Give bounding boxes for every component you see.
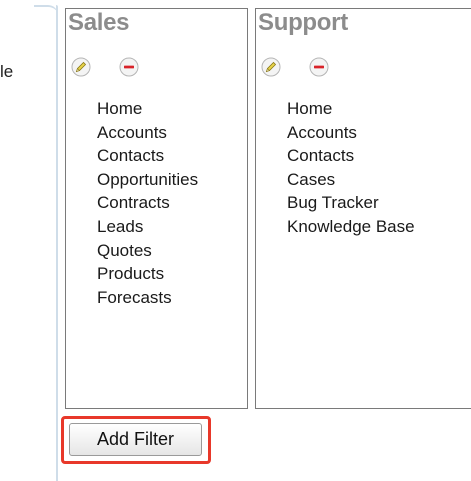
list-item: Contacts bbox=[97, 146, 165, 166]
add-filter-highlight: Add Filter bbox=[61, 416, 211, 464]
left-panel-border bbox=[56, 5, 58, 481]
group-sales: Sales Home Accounts Contacts Opportuniti… bbox=[65, 8, 248, 409]
group-item-list: Home Accounts Contacts Cases Bug Tracker… bbox=[287, 97, 415, 239]
pencil-icon bbox=[71, 57, 91, 77]
list-item: Forecasts bbox=[97, 287, 172, 307]
group-title: Sales bbox=[68, 9, 130, 36]
list-item: Contacts bbox=[287, 146, 355, 166]
minus-circle-icon bbox=[309, 57, 329, 77]
filter-editor-page: le Sales Home Accounts Contacts Opportun… bbox=[0, 0, 471, 481]
left-panel-border-curve bbox=[34, 5, 58, 19]
list-item: Home bbox=[97, 99, 143, 118]
add-filter-button[interactable]: Add Filter bbox=[69, 423, 202, 456]
edit-group-button[interactable] bbox=[71, 57, 91, 77]
list-item: Leads bbox=[97, 216, 144, 236]
list-item: Accounts bbox=[287, 122, 357, 142]
group-support: Support Home Accounts Contacts Cases Bug… bbox=[255, 8, 471, 409]
group-title: Support bbox=[258, 9, 348, 36]
list-item: Contracts bbox=[97, 193, 170, 213]
list-item: Bug Tracker bbox=[287, 193, 379, 213]
pencil-icon bbox=[261, 57, 281, 77]
group-item-list: Home Accounts Contacts Opportunities Con… bbox=[97, 97, 198, 309]
minus-circle-icon bbox=[119, 57, 139, 77]
list-item: Opportunities bbox=[97, 169, 199, 189]
list-item: Accounts bbox=[97, 122, 167, 142]
list-item: Home bbox=[287, 99, 333, 118]
left-panel-label: le bbox=[0, 62, 14, 81]
list-item: Quotes bbox=[97, 240, 152, 260]
list-item: Knowledge Base bbox=[287, 216, 415, 236]
remove-group-button[interactable] bbox=[119, 57, 139, 77]
list-item: Products bbox=[97, 264, 165, 284]
edit-group-button[interactable] bbox=[261, 57, 281, 77]
left-panel: le bbox=[0, 0, 58, 481]
list-item: Cases bbox=[287, 169, 336, 189]
remove-group-button[interactable] bbox=[309, 57, 329, 77]
